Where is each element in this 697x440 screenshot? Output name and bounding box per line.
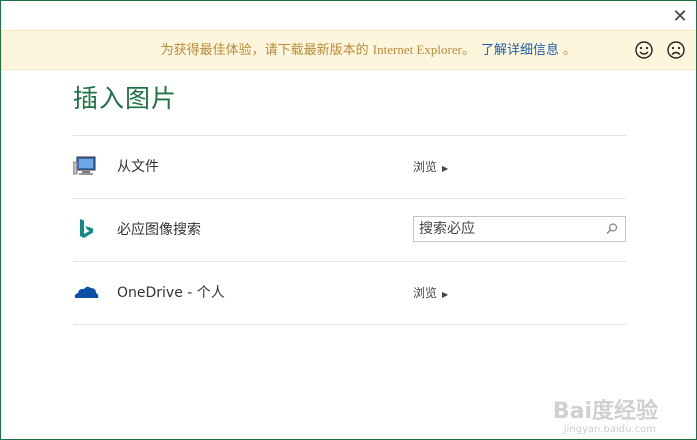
browser-upgrade-banner: 为获得最佳体验，请下载最新版本的 Internet Explorer。 了解详细信…: [1, 30, 696, 70]
bing-search-field[interactable]: [413, 216, 626, 242]
from-file-label: 从文件: [117, 159, 159, 175]
close-icon: ✕: [672, 6, 688, 27]
browse-onedrive-button[interactable]: 浏览 ▶: [413, 262, 448, 324]
caret-right-icon: ▶: [442, 290, 449, 299]
divider: [73, 324, 626, 325]
close-button[interactable]: ✕: [670, 7, 690, 27]
smile-feedback-button[interactable]: [634, 40, 654, 60]
banner-browser-name: Internet Explorer: [372, 42, 462, 57]
bing-search-label: 必应图像搜索: [117, 222, 201, 238]
bing-icon: [73, 217, 99, 243]
insert-picture-dialog: ✕ 为获得最佳体验，请下载最新版本的 Internet Explorer。 了解详…: [0, 0, 697, 440]
caret-right-icon: ▶: [442, 164, 449, 173]
bing-search-input[interactable]: [419, 220, 599, 238]
frown-icon: [667, 41, 685, 59]
source-row-bing: 必应图像搜索: [73, 199, 626, 261]
source-row-onedrive: OneDrive - 个人 浏览 ▶: [73, 262, 626, 324]
source-row-from-file: 从文件 浏览 ▶: [72, 136, 626, 198]
banner-link-suffix: 。: [562, 43, 576, 58]
frown-feedback-button[interactable]: [666, 40, 686, 60]
watermark-logo: Bai度经验: [552, 399, 658, 424]
learn-more-link[interactable]: 了解详细信息: [481, 43, 559, 58]
smile-icon: [635, 41, 653, 59]
search-icon[interactable]: [605, 222, 619, 236]
onedrive-cloud-icon: [73, 280, 99, 306]
computer-icon: [72, 154, 99, 180]
browse-onedrive-label: 浏览: [413, 286, 438, 300]
browse-file-label: 浏览: [413, 160, 438, 174]
onedrive-label: OneDrive - 个人: [117, 285, 225, 301]
banner-message: 为获得最佳体验，请下载最新版本的 Internet Explorer。 了解详细信…: [1, 31, 576, 69]
dialog-title: 插入图片: [73, 84, 178, 113]
banner-text-after: 。: [461, 43, 475, 58]
banner-text-before: 为获得最佳体验，请下载最新版本的: [160, 43, 373, 58]
watermark-url: jingyan.baidu.com: [563, 424, 656, 435]
browse-file-button[interactable]: 浏览 ▶: [413, 136, 448, 198]
